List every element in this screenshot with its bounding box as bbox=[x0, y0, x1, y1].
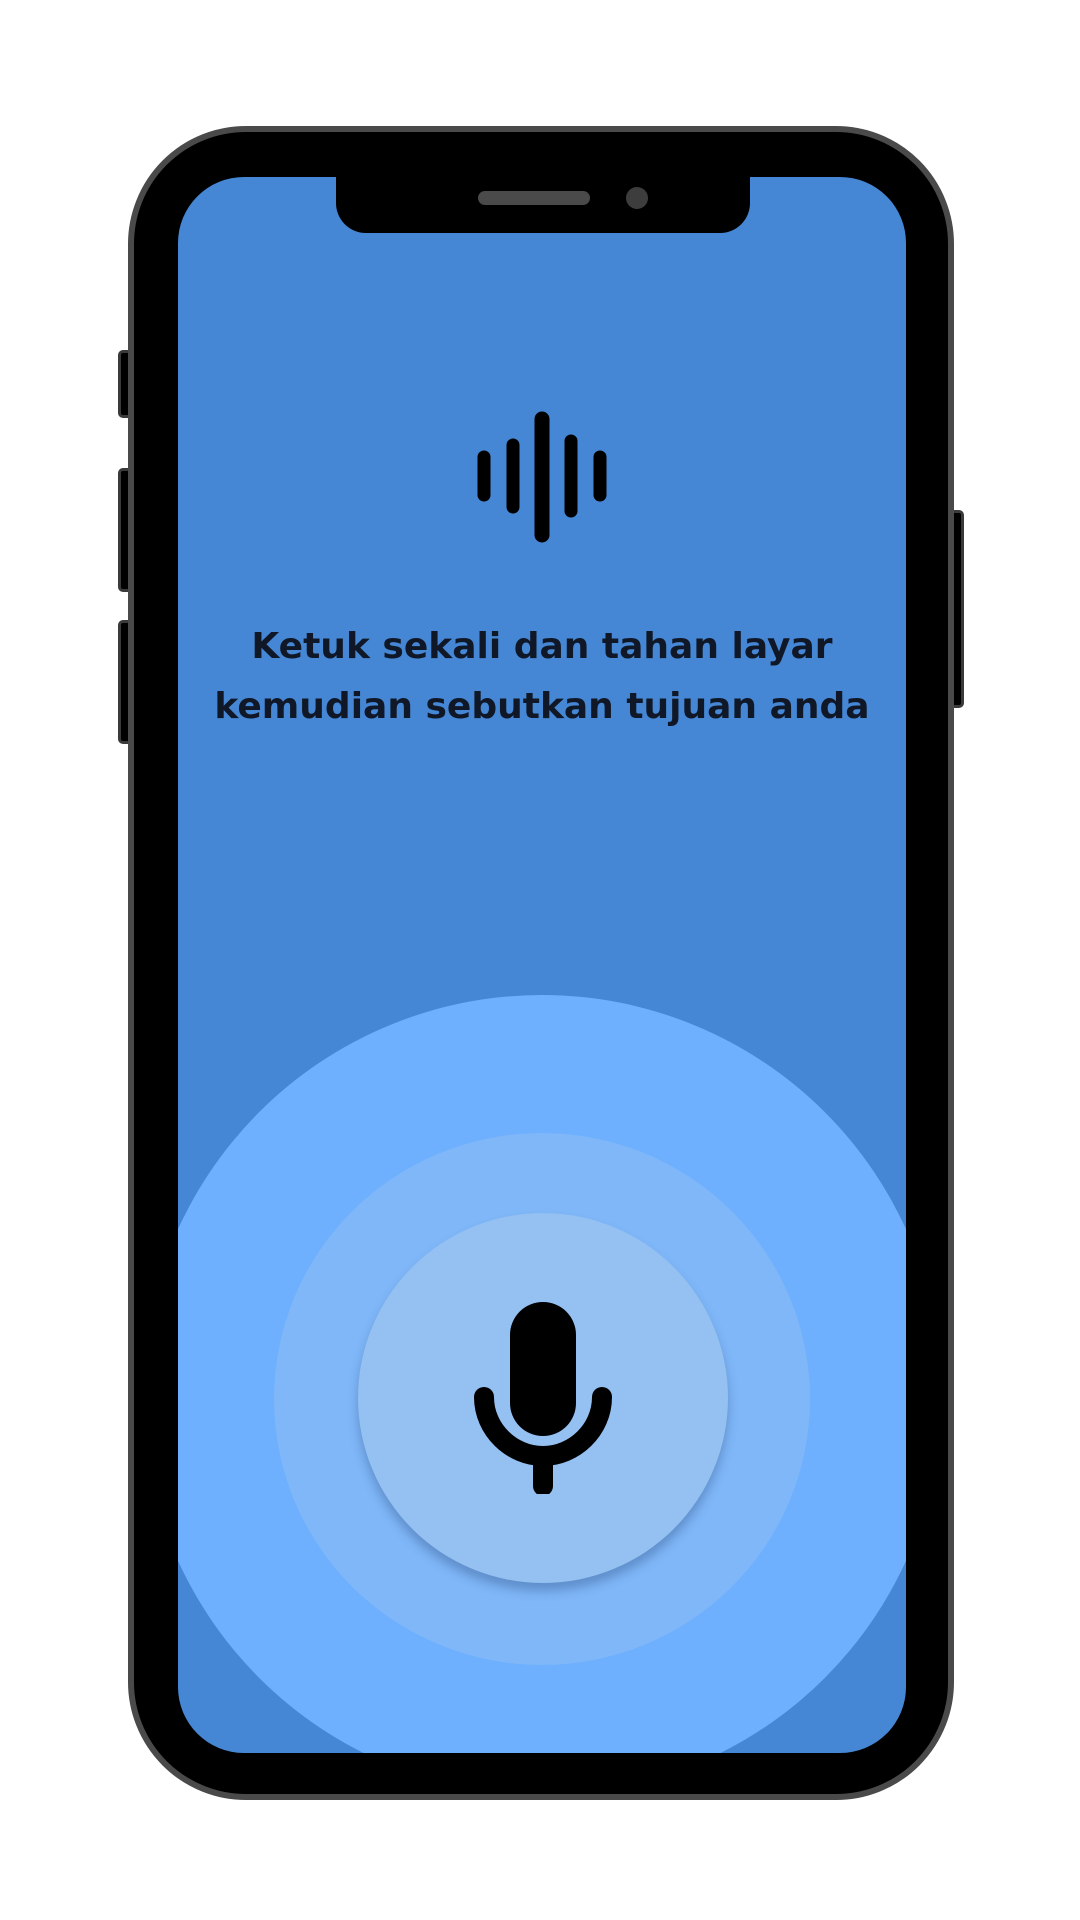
instruction-line-2: kemudian sebutkan tujuan anda bbox=[214, 686, 870, 727]
notch bbox=[336, 177, 750, 233]
sound-wave-icon bbox=[477, 411, 607, 543]
microphone-button[interactable] bbox=[358, 1213, 728, 1583]
speaker-grille bbox=[478, 191, 590, 205]
instruction-line-1: Ketuk sekali dan tahan layar bbox=[251, 626, 833, 667]
front-camera bbox=[626, 187, 648, 209]
phone-screen[interactable]: Ketuk sekali dan tahan layar kemudian se… bbox=[178, 177, 906, 1753]
canvas: Ketuk sekali dan tahan layar kemudian se… bbox=[0, 0, 1080, 1920]
instruction-text: Ketuk sekali dan tahan layar kemudian se… bbox=[178, 617, 906, 737]
microphone-icon bbox=[474, 1302, 612, 1494]
